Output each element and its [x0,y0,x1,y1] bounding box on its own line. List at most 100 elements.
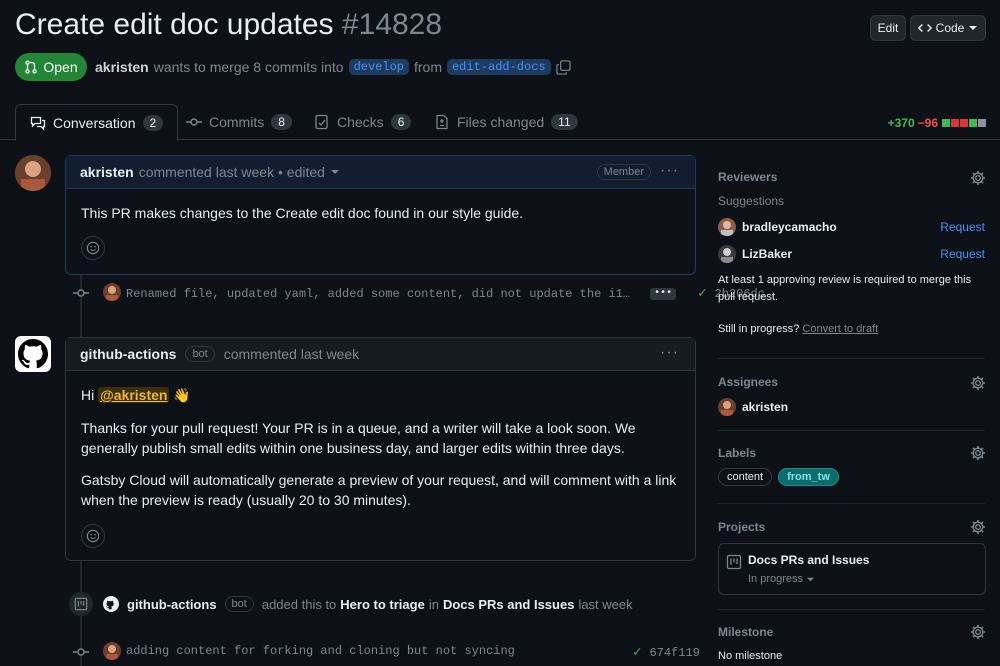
tab-conversation[interactable]: Conversation 2 [15,104,179,141]
tab-label: Checks [337,114,384,130]
label-from-tw[interactable]: from_tw [778,468,839,486]
comment-author[interactable]: github-actions [80,346,176,362]
event-time[interactable]: last week [578,597,632,612]
head-branch[interactable]: edit-add-docs [446,59,551,75]
suggestions-label: Suggestions [718,194,785,208]
tab-commits[interactable]: Commits 8 [172,104,306,140]
github-mark-icon [103,596,119,612]
commit-status: ✓ 674f119 [633,644,700,661]
convert-to-draft-link[interactable]: Convert to draft [802,323,878,335]
avatar[interactable] [718,218,736,236]
milestone-heading[interactable]: Milestone [718,625,773,639]
projects-heading[interactable]: Projects [718,520,765,534]
assignee-name[interactable]: akristen [742,400,788,414]
copy-icon[interactable] [555,59,571,75]
member-badge: Member [596,164,651,180]
tab-count: 6 [390,114,412,130]
caret-down-icon [806,577,815,581]
merge-text: wants to merge 8 commits into [153,59,344,75]
comment-card: github-actions bot commented last week ·… [65,337,696,561]
comment-meta[interactable]: commented last week [224,346,359,362]
suggested-reviewer: bradleycamacho [718,218,837,236]
project-status: In progress [748,573,804,585]
reviewer-name[interactable]: bradleycamacho [742,220,837,234]
project-icon [69,592,93,616]
comment-paragraph: Thanks for your pull request! Your PR is… [81,420,636,456]
tab-label: Commits [209,114,265,130]
divider [717,358,985,359]
gear-icon[interactable] [970,375,986,391]
gear-icon[interactable] [970,445,986,461]
code-dropdown-button[interactable]: Code [910,15,986,41]
suggested-reviewer: LizBaker [718,245,792,263]
request-review-button[interactable]: Request [940,247,985,261]
pull-request-icon [25,60,38,74]
diff-blocks [941,116,986,130]
avatar[interactable] [718,245,736,263]
gear-icon[interactable] [970,170,986,186]
user-mention[interactable]: @akristen [98,387,170,403]
pr-tabs: Conversation 2 Commits 8 Checks 6 Files … [0,104,1000,141]
check-icon[interactable]: ✓ [698,285,706,302]
tab-files-changed[interactable]: Files changed 11 [420,104,592,140]
edit-title-button[interactable]: Edit [870,15,906,41]
tab-count: 8 [271,114,292,130]
deletions-count: −96 [917,116,938,130]
tab-count: 2 [142,114,164,131]
labels-heading[interactable]: Labels [718,446,756,460]
project-card[interactable]: Docs PRs and Issues In progress [718,543,986,595]
pr-title-text: Create edit doc updates [15,8,334,41]
smiley-icon[interactable] [81,524,105,548]
kebab-menu-icon[interactable]: ··· [660,162,679,180]
greeting-text: Hi [81,387,95,403]
event-actor[interactable]: github-actions [127,597,217,612]
commit-sha[interactable]: 674f119 [649,646,699,660]
request-review-button[interactable]: Request [940,220,985,234]
caret-down-icon[interactable] [330,167,340,177]
tab-label: Files changed [457,114,545,130]
commit-message[interactable]: adding content for forking and cloning b… [126,644,515,658]
github-mark-icon [18,339,48,369]
reviewer-name[interactable]: LizBaker [742,247,792,261]
bot-badge: bot [185,346,215,362]
comment-meta[interactable]: commented last week • edited [139,164,325,180]
avatar[interactable] [103,283,121,301]
gear-icon[interactable] [970,624,986,640]
event-text: in [428,596,439,612]
avatar[interactable] [103,642,121,660]
milestone-value: No milestone [718,650,783,662]
github-bot-avatar[interactable] [15,336,51,372]
commit-row: Renamed file, updated yaml, added some c… [126,285,765,302]
project-link[interactable]: Docs PRs and Issues [443,597,575,612]
reviewers-heading[interactable]: Reviewers [718,170,777,184]
comment-author[interactable]: akristen [80,164,134,180]
tab-count: 11 [551,114,578,130]
divider [717,503,985,504]
code-icon [917,24,932,32]
comment-body: This PR makes changes to the Create edit… [81,205,524,221]
label-content[interactable]: content [718,468,773,486]
project-event: github-actions bot added this to Hero to… [103,596,633,612]
progress-text: Still in progress? [718,323,800,335]
check-icon[interactable]: ✓ [633,644,641,661]
expand-commit-button[interactable]: ••• [650,287,677,300]
label-list: content from_tw [718,468,839,486]
tab-checks[interactable]: Checks 6 [300,104,425,140]
comment-card: akristen commented last week • edited Me… [65,155,696,275]
smiley-icon[interactable] [81,236,105,260]
avatar[interactable] [15,155,51,191]
avatar[interactable] [718,398,736,416]
checklist-icon [315,114,328,130]
wave-emoji: 👋 [173,387,191,403]
base-branch[interactable]: develop [348,59,409,75]
assignees-heading[interactable]: Assignees [718,375,778,389]
project-name[interactable]: Docs PRs and Issues [748,553,869,567]
divider [717,430,985,431]
kebab-menu-icon[interactable]: ··· [660,344,679,362]
gear-icon[interactable] [970,519,986,535]
commit-message[interactable]: Renamed file, updated yaml, added some c… [126,287,630,301]
project-status-dropdown[interactable]: In progress [748,573,815,585]
pr-author-link[interactable]: akristen [95,59,149,75]
git-commit-icon [186,118,202,126]
comment-greeting: Hi @akristen 👋 [81,385,191,405]
